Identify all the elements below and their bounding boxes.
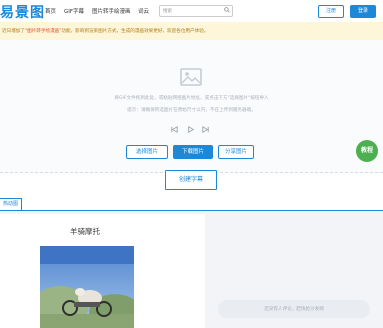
- notice-highlight-link[interactable]: "图片转手绘漫画": [25, 29, 61, 34]
- play-icon[interactable]: [186, 125, 195, 134]
- search-input[interactable]: 搜索: [159, 5, 233, 17]
- login-button[interactable]: 登录: [350, 5, 376, 18]
- notice-text: 近日增加了"图片转手绘漫画"功能，影响到渲染图片方式，生成的漫画效果更好，欢迎各…: [2, 28, 208, 34]
- notice-prefix: 近日增加了: [2, 29, 25, 34]
- next-frame-icon[interactable]: [201, 125, 210, 134]
- search-icon[interactable]: [224, 7, 230, 13]
- tutorial-button[interactable]: 教程: [356, 140, 378, 162]
- nav-home[interactable]: 首页: [45, 7, 56, 15]
- comment-input[interactable]: 还没有人评论，赶快抢沙发啊: [218, 300, 370, 318]
- image-placeholder-icon: [180, 68, 202, 86]
- category-tabs: 热动图: [0, 198, 383, 211]
- gallery-item-thumbnail[interactable]: [40, 246, 134, 328]
- notice-bar: 近日增加了"图片转手绘漫画"功能，影响到渲染图片方式，生成的漫画效果更好，欢迎各…: [0, 22, 383, 41]
- site-logo[interactable]: 易景图: [0, 2, 45, 22]
- comment-placeholder: 还没有人评论，赶快抢沙发啊: [264, 307, 324, 312]
- download-image-button[interactable]: 下载图片: [173, 145, 213, 159]
- notice-suffix: 功能，影响到渲染图片方式，生成的漫画效果更好，欢迎各位用户体验。: [61, 29, 209, 34]
- goat-motorcycle-image: [40, 246, 134, 328]
- nav-gif-caption[interactable]: GIF字幕: [64, 7, 84, 15]
- register-button[interactable]: 注册: [318, 5, 344, 18]
- nav-word-cloud[interactable]: 词云: [138, 7, 149, 15]
- top-header: 易景图 首页 GIF字幕 图片转手绘漫画 词云 搜索 注册 登录: [0, 0, 383, 23]
- nav-photo-to-comic[interactable]: 图片转手绘漫画: [92, 7, 131, 15]
- tab-hot-gifs[interactable]: 热动图: [0, 198, 23, 210]
- search-placeholder: 搜索: [163, 9, 172, 14]
- upload-hint-secondary: 提示：请确保所选图片在原始尺寸以内，不在上传到服务器端。: [127, 108, 256, 113]
- prev-frame-icon[interactable]: [170, 125, 179, 134]
- create-caption-button[interactable]: 创建字幕: [165, 170, 217, 190]
- share-image-button[interactable]: 分享图片: [218, 145, 254, 159]
- upload-hint-primary: 将GIF文件拖到此处，或粘贴网络图片地址，或点击下方"选择图片"按钮导入: [114, 96, 269, 101]
- select-image-button[interactable]: 选择图片: [126, 145, 168, 159]
- gallery-item-title[interactable]: 羊骑摩托: [40, 226, 130, 237]
